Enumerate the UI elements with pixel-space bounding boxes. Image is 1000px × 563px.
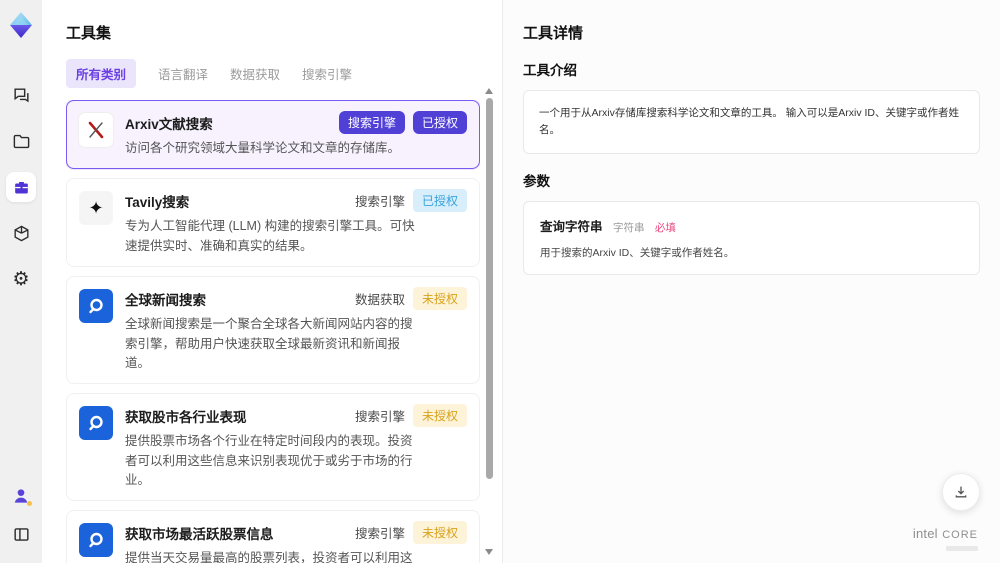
tool-intro-box: 一个用于从Arxiv存储库搜索科学论文和文章的工具。 输入可以是Arxiv ID… bbox=[523, 90, 980, 154]
scrollbar-thumb[interactable] bbox=[486, 98, 493, 479]
parameter-header: 查询字符串 字符串 必填 bbox=[540, 216, 963, 236]
category-tabs: 所有类别 语言翻译 数据获取 搜索引擎 bbox=[66, 59, 502, 88]
card-content: Arxiv文献搜索 搜索引擎 已授权 访问各个研究领域大量科学论文和文章的存储库… bbox=[125, 111, 467, 158]
tool-card-sector-performance[interactable]: 获取股市各行业表现 搜索引擎 未授权 提供股票市场各个行业在特定时间段内的表现。… bbox=[66, 393, 480, 502]
category-badge: 搜索引擎 bbox=[338, 111, 405, 134]
auth-badge: 未授权 bbox=[412, 521, 467, 545]
auth-badge: 已授权 bbox=[412, 189, 467, 213]
tool-card-list: Arxiv文献搜索 搜索引擎 已授权 访问各个研究领域大量科学论文和文章的存储库… bbox=[66, 100, 480, 563]
intel-logo-subline bbox=[946, 546, 978, 551]
tool-title: 获取市场最活跃股票信息 bbox=[125, 526, 274, 542]
tools-panel-title: 工具集 bbox=[66, 25, 112, 42]
tool-card-global-news[interactable]: 全球新闻搜索 数据获取 未授权 全球新闻搜索是一个聚合全球各大新闻网站内容的搜索… bbox=[66, 276, 480, 385]
card-content: 获取市场最活跃股票信息 搜索引擎 未授权 提供当天交易量最高的股票列表，投资者可… bbox=[125, 521, 467, 563]
nav-cube-icon[interactable] bbox=[6, 218, 36, 248]
tool-title: 获取股市各行业表现 bbox=[125, 409, 247, 425]
core-logo-text: core bbox=[942, 529, 978, 541]
tab-language-translation[interactable]: 语言翻译 bbox=[158, 59, 208, 88]
tool-card-tavily[interactable]: ✦ Tavily搜索 搜索引擎 已授权 专为人工智能代理 (LLM) 构建的搜索… bbox=[66, 178, 480, 268]
nav-folder-icon[interactable] bbox=[6, 126, 36, 156]
card-content: Tavily搜索 搜索引擎 已授权 专为人工智能代理 (LLM) 构建的搜索引擎… bbox=[125, 189, 467, 256]
parameter-required-flag: 必填 bbox=[654, 221, 676, 234]
category-label: 数据获取 bbox=[354, 293, 405, 308]
nav-toolbox-icon[interactable] bbox=[6, 172, 36, 202]
app-logo-icon bbox=[6, 10, 36, 40]
left-sidebar: ⚙ bbox=[0, 0, 42, 563]
intel-logo-text: intel bbox=[912, 526, 938, 541]
tool-card-most-active-stocks[interactable]: 获取市场最活跃股票信息 搜索引擎 未授权 提供当天交易量最高的股票列表，投资者可… bbox=[66, 510, 480, 563]
nav-settings-icon[interactable]: ⚙ bbox=[6, 264, 36, 294]
parameter-box: 查询字符串 字符串 必填 用于搜索的Arxiv ID、关键字或作者姓名。 bbox=[523, 200, 980, 275]
category-label: 搜索引擎 bbox=[354, 410, 405, 425]
category-label: 搜索引擎 bbox=[354, 527, 405, 542]
parameter-type: 字符串 bbox=[612, 221, 645, 234]
tool-description: 提供当天交易量最高的股票列表，投资者可以利用这些信息来识别流动性强的股票和潜在的… bbox=[125, 551, 413, 563]
blue-search-icon bbox=[79, 523, 113, 558]
tools-panel: 工具集 所有类别 语言翻译 数据获取 搜索引擎 Arxiv文献搜索 搜索引擎 已… bbox=[42, 0, 503, 563]
tool-description: 全球新闻搜索是一个聚合全球各大新闻网站内容的搜索引擎，帮助用户快速获取全球最新资… bbox=[125, 317, 413, 370]
intro-heading: 工具介绍 bbox=[523, 63, 577, 78]
parameter-name: 查询字符串 bbox=[540, 219, 603, 234]
nav-chat-icon[interactable] bbox=[6, 80, 36, 110]
tool-description: 提供股票市场各个行业在特定时间段内的表现。投资者可以利用这些信息来识别表现优于或… bbox=[125, 434, 413, 487]
tool-details-panel: 工具详情 工具介绍 一个用于从Arxiv存储库搜索科学论文和文章的工具。 输入可… bbox=[503, 0, 1000, 563]
auth-badge: 未授权 bbox=[412, 287, 467, 311]
arxiv-logo-icon bbox=[79, 113, 113, 147]
parameter-description: 用于搜索的Arxiv ID、关键字或作者姓名。 bbox=[540, 246, 735, 259]
app-window: ⚙ 工具集 所有类别 语言翻译 数据获取 搜索引擎 Arxiv文献搜索 搜索引擎… bbox=[0, 0, 1000, 563]
tool-title: 全球新闻搜索 bbox=[125, 292, 206, 308]
params-heading: 参数 bbox=[523, 173, 550, 189]
details-title: 工具详情 bbox=[523, 25, 584, 42]
tab-all-categories[interactable]: 所有类别 bbox=[66, 59, 137, 88]
card-content: 获取股市各行业表现 搜索引擎 未授权 提供股票市场各个行业在特定时间段内的表现。… bbox=[125, 404, 467, 490]
tab-data-fetch[interactable]: 数据获取 bbox=[230, 59, 280, 88]
tab-search-engine[interactable]: 搜索引擎 bbox=[302, 59, 352, 88]
tavily-star-icon: ✦ bbox=[79, 191, 113, 226]
scroll-down-arrow-icon[interactable] bbox=[485, 549, 493, 555]
tool-card-arxiv[interactable]: Arxiv文献搜索 搜索引擎 已授权 访问各个研究领域大量科学论文和文章的存储库… bbox=[66, 100, 480, 170]
status-dot bbox=[27, 501, 32, 506]
intel-core-logo: intel core bbox=[913, 525, 978, 551]
panel-toggle-icon[interactable] bbox=[6, 519, 36, 549]
auth-badge: 未授权 bbox=[412, 404, 467, 428]
auth-badge: 已授权 bbox=[412, 111, 467, 134]
download-icon bbox=[955, 486, 967, 498]
tool-title: Tavily搜索 bbox=[125, 194, 190, 210]
blue-search-icon bbox=[79, 406, 113, 441]
blue-search-icon bbox=[79, 289, 113, 324]
user-avatar-icon[interactable] bbox=[6, 481, 36, 511]
card-content: 全球新闻搜索 数据获取 未授权 全球新闻搜索是一个聚合全球各大新闻网站内容的搜索… bbox=[125, 287, 467, 373]
download-button[interactable] bbox=[942, 473, 980, 511]
list-scrollbar[interactable] bbox=[485, 88, 494, 555]
tool-description: 访问各个研究领域大量科学论文和文章的存储库。 bbox=[125, 141, 401, 155]
scroll-up-arrow-icon[interactable] bbox=[485, 88, 493, 94]
category-label: 搜索引擎 bbox=[354, 195, 405, 210]
tool-title: Arxiv文献搜索 bbox=[125, 116, 213, 132]
tool-description: 专为人工智能代理 (LLM) 构建的搜索引擎工具。可快速提供实时、准确和真实的结… bbox=[125, 219, 415, 253]
gear-icon: ⚙ bbox=[12, 268, 30, 290]
